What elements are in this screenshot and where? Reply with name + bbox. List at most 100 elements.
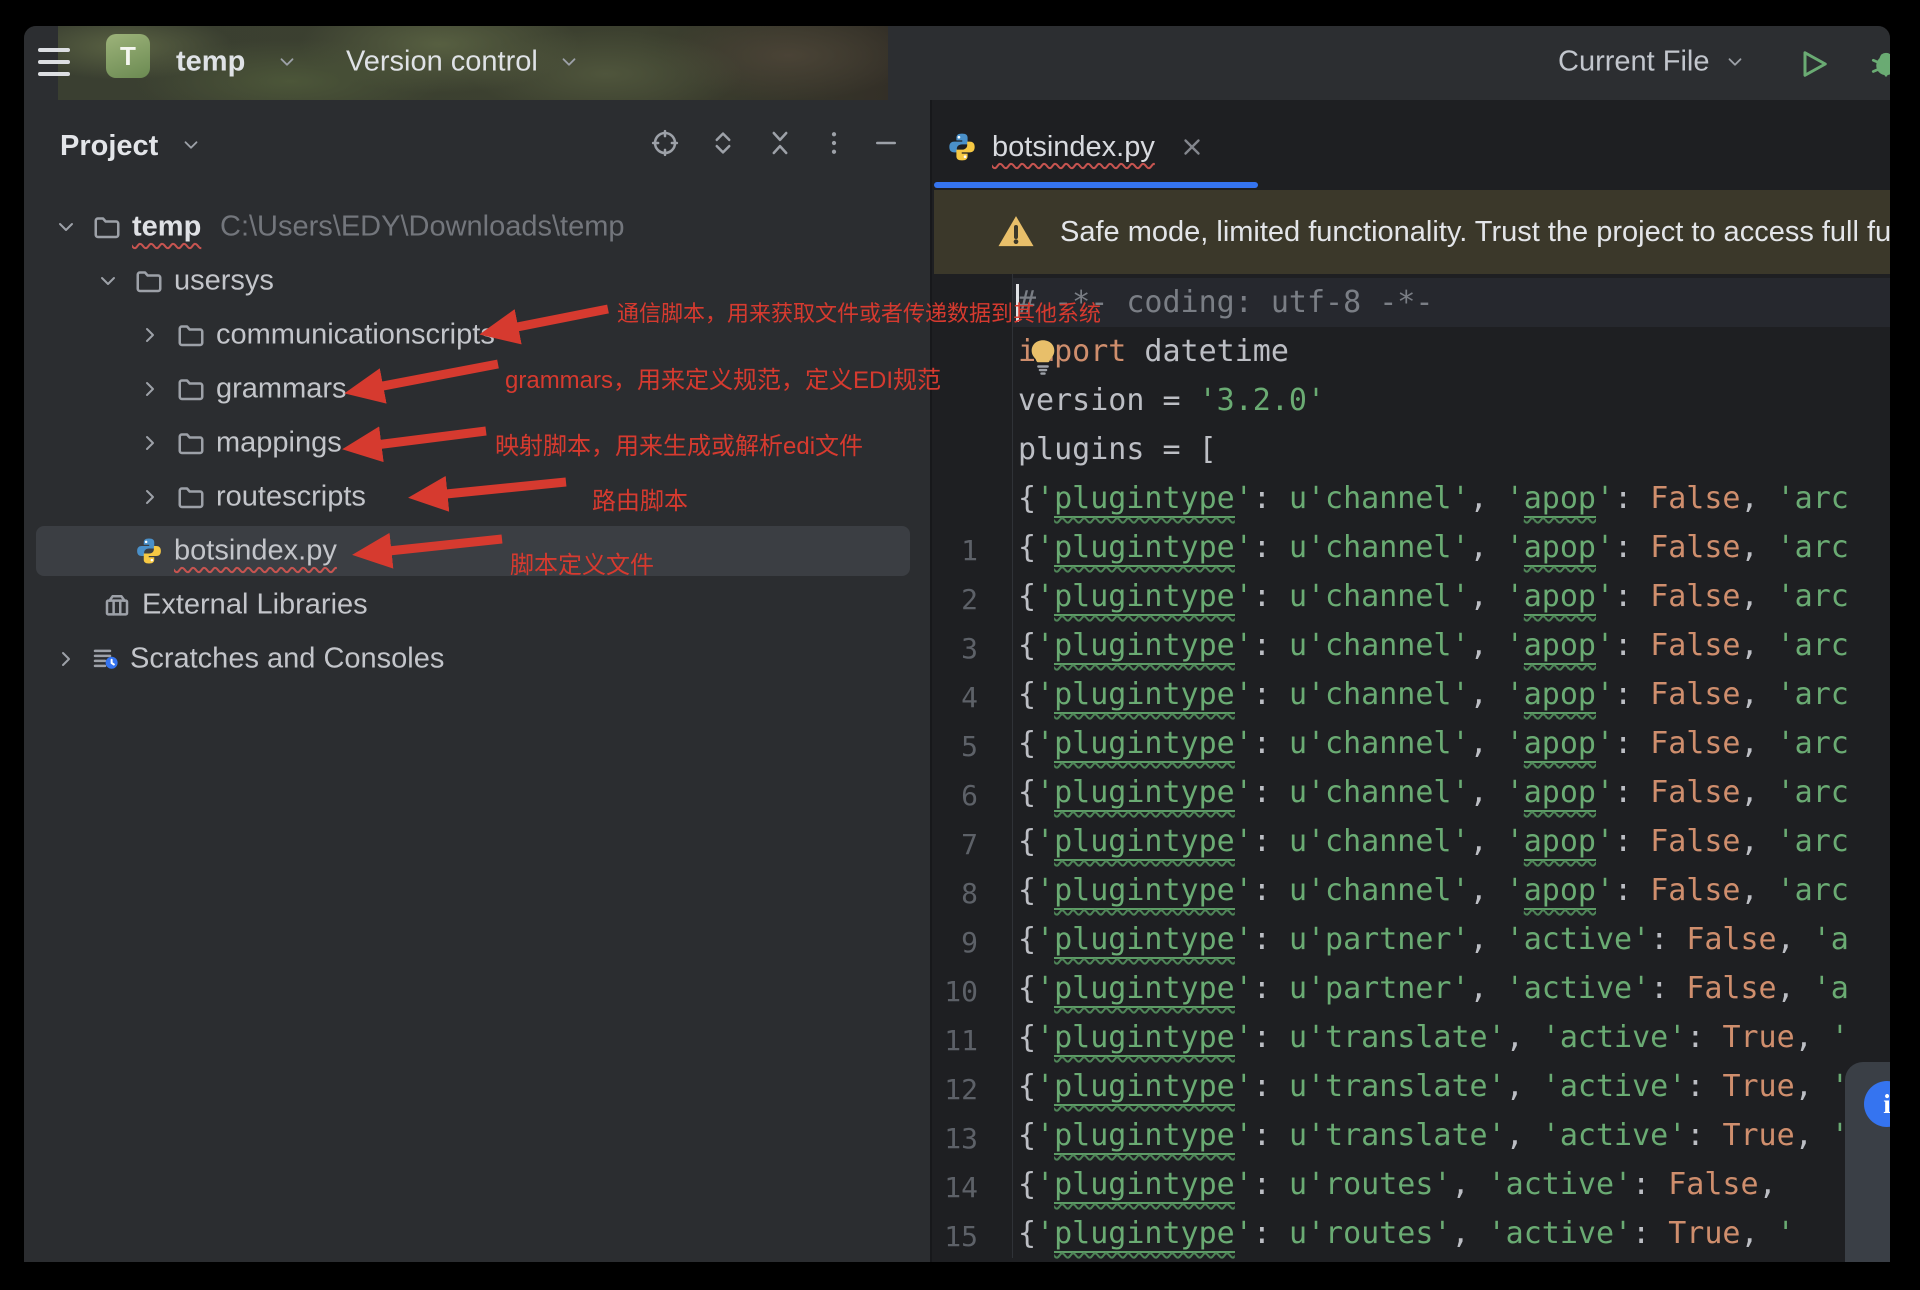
tree-row-routescripts[interactable]: routescripts <box>24 470 930 524</box>
code-token: , <box>1506 1020 1542 1055</box>
code-token: : <box>1614 824 1650 859</box>
code-token: plugintype <box>1054 775 1235 812</box>
run-configuration-widget[interactable]: Current File <box>1558 46 1710 79</box>
chevron-down-icon[interactable] <box>180 134 202 156</box>
code-token: False <box>1686 971 1776 1006</box>
chevron-down-icon[interactable] <box>276 51 298 73</box>
code-line-9[interactable]: {'plugintype': u'channel', 'apop': False… <box>1018 670 1849 719</box>
chevron-down-icon[interactable] <box>558 51 580 73</box>
run-button[interactable] <box>1796 46 1832 82</box>
safe-mode-banner[interactable]: Safe mode, limited functionality. Trust … <box>934 190 1890 274</box>
code-line-3[interactable]: version = '3.2.0' <box>1018 376 1325 425</box>
chevron-right-icon[interactable] <box>138 377 162 401</box>
code-token: u <box>1289 922 1307 957</box>
project-widget[interactable]: temp <box>176 46 245 79</box>
code-token: plugintype <box>1054 1167 1235 1204</box>
main-menu-icon[interactable] <box>38 48 70 76</box>
code-token: u <box>1289 481 1307 516</box>
close-tab-icon[interactable] <box>1179 134 1205 160</box>
code-token: 'a <box>1813 922 1849 957</box>
code-token: ' <box>1036 971 1054 1006</box>
code-token: { <box>1018 726 1036 761</box>
project-badge[interactable]: T <box>106 34 150 78</box>
editor-tab[interactable]: botsindex.py <box>946 110 1205 184</box>
code-line-8[interactable]: {'plugintype': u'channel', 'apop': False… <box>1018 621 1849 670</box>
code-token: , <box>1741 628 1777 663</box>
expand-all-icon[interactable] <box>708 128 738 158</box>
annotation-text-4: 路由脚本 <box>592 481 688 516</box>
code-line-10[interactable]: {'plugintype': u'channel', 'apop': False… <box>1018 719 1849 768</box>
code-token: ' <box>1235 1118 1253 1153</box>
tree-item-label[interactable]: routescripts <box>216 481 366 514</box>
locate-file-icon[interactable] <box>650 128 680 158</box>
tree-item-label[interactable]: grammars <box>216 373 347 406</box>
code-token: ' <box>1235 824 1253 859</box>
tree-item-label[interactable]: External Libraries <box>142 589 368 622</box>
tree-item-label[interactable]: botsindex.py <box>174 535 337 568</box>
code-token: False <box>1650 677 1740 712</box>
code-token: ' <box>1036 1069 1054 1104</box>
code-token: , <box>1795 1069 1831 1104</box>
code-token: False <box>1668 1167 1758 1202</box>
code-token: : <box>1650 922 1686 957</box>
code-token: ' <box>1596 873 1614 908</box>
code-line-19[interactable]: {'plugintype': u'routes', 'active': Fals… <box>1018 1160 1777 1209</box>
tree-item-label[interactable]: mappings <box>216 427 342 460</box>
tree-item-label[interactable]: communicationscripts <box>216 319 495 352</box>
code-token: : <box>1253 824 1289 859</box>
tree-row-temp[interactable]: tempC:\Users\EDY\Downloads\temp <box>24 200 930 254</box>
code-line-6[interactable]: {'plugintype': u'channel', 'apop': False… <box>1018 523 1849 572</box>
hide-panel-icon[interactable] <box>871 128 901 158</box>
code-token: u <box>1289 1216 1307 1251</box>
chevron-right-icon[interactable] <box>138 323 162 347</box>
chevron-right-icon[interactable] <box>138 431 162 455</box>
tree-item-label[interactable]: temp <box>132 211 201 244</box>
code-line-14[interactable]: {'plugintype': u'partner', 'active': Fal… <box>1018 915 1849 964</box>
tree-item-label[interactable]: usersys <box>174 265 274 298</box>
code-line-12[interactable]: {'plugintype': u'channel', 'apop': False… <box>1018 817 1849 866</box>
code-token: ' <box>1235 1167 1253 1202</box>
code-token: plugintype <box>1054 481 1235 518</box>
code-token: datetime <box>1126 334 1289 369</box>
code-token: ' <box>1596 726 1614 761</box>
code-token: 'active' <box>1506 922 1651 957</box>
chevron-down-icon[interactable] <box>96 269 120 293</box>
code-token: , <box>1470 530 1506 565</box>
project-panel-title[interactable]: Project <box>60 130 158 163</box>
tree-row-scratches-and-consoles[interactable]: Scratches and Consoles <box>24 632 930 686</box>
code-token: 'arc <box>1777 579 1849 614</box>
chevron-down-icon[interactable] <box>54 215 78 239</box>
code-line-13[interactable]: {'plugintype': u'channel', 'apop': False… <box>1018 866 1849 915</box>
code-token: ' <box>1036 873 1054 908</box>
code-line-5[interactable]: {'plugintype': u'channel', 'apop': False… <box>1018 474 1849 523</box>
code-line-16[interactable]: {'plugintype': u'translate', 'active': T… <box>1018 1013 1849 1062</box>
code-token: : <box>1253 1216 1289 1251</box>
vcs-widget[interactable]: Version control <box>346 46 538 79</box>
code-line-20[interactable]: {'plugintype': u'routes', 'active': True… <box>1018 1209 1795 1258</box>
code-line-4[interactable]: plugins = [ <box>1018 425 1217 474</box>
intention-bulb-icon[interactable] <box>1026 336 1060 380</box>
tree-row-botsindex-py[interactable]: botsindex.py <box>24 524 930 578</box>
code-line-17[interactable]: {'plugintype': u'translate', 'active': T… <box>1018 1062 1849 1111</box>
code-line-18[interactable]: {'plugintype': u'translate', 'active': T… <box>1018 1111 1849 1160</box>
collapse-all-icon[interactable] <box>765 128 795 158</box>
code-token: apop <box>1524 775 1596 812</box>
line-number: 6 <box>878 771 978 820</box>
more-options-icon[interactable] <box>819 128 849 158</box>
chevron-right-icon[interactable] <box>54 647 78 671</box>
code-token: : <box>1253 726 1289 761</box>
code-line-7[interactable]: {'plugintype': u'channel', 'apop': False… <box>1018 572 1849 621</box>
chevron-right-icon[interactable] <box>138 485 162 509</box>
code-token: ' <box>1596 579 1614 614</box>
debug-button[interactable] <box>1866 46 1890 82</box>
line-number: 16 <box>878 1261 978 1262</box>
editor-tab-label[interactable]: botsindex.py <box>992 131 1155 164</box>
code-token: : <box>1253 628 1289 663</box>
tree-row-external-libraries[interactable]: External Libraries <box>24 578 930 632</box>
chevron-down-icon[interactable] <box>1724 51 1746 73</box>
code-token: u <box>1289 726 1307 761</box>
code-line-11[interactable]: {'plugintype': u'channel', 'apop': False… <box>1018 768 1849 817</box>
code-line-15[interactable]: {'plugintype': u'partner', 'active': Fal… <box>1018 964 1849 1013</box>
code-token: 'channel' <box>1307 824 1470 859</box>
tree-item-label[interactable]: Scratches and Consoles <box>130 643 444 676</box>
